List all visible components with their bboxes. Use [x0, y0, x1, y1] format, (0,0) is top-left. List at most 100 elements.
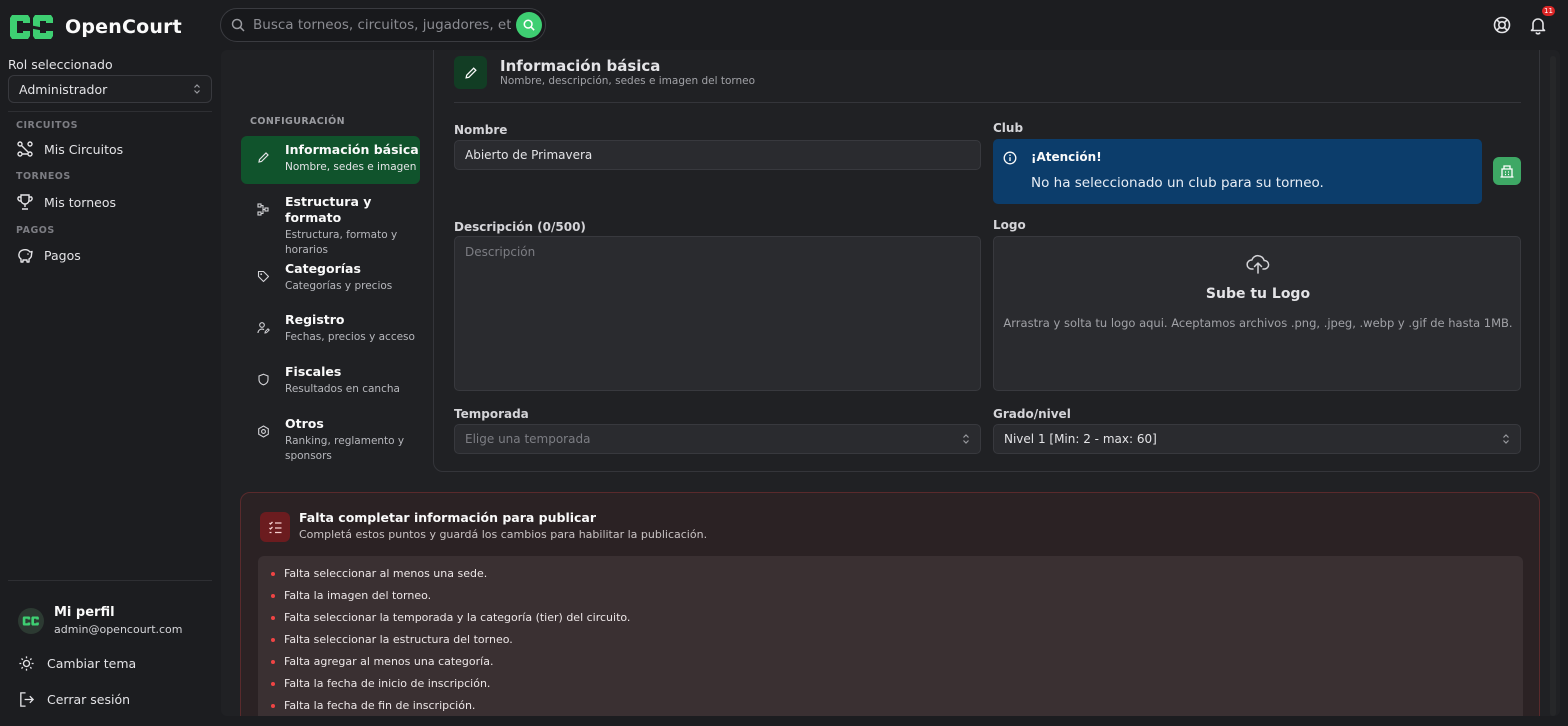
sidebar-item-label: Mis Circuitos [44, 141, 124, 157]
section-title-pagos: PAGOS [16, 225, 55, 236]
config-nav-item-categorias[interactable]: Categorías Categorías y precios [241, 255, 420, 301]
grade-select-value: Nivel 1 [Min: 2 - max: 60] [1004, 432, 1157, 446]
season-field-label: Temporada [454, 407, 529, 421]
club-field-label: Club [993, 121, 1024, 135]
opencourt-logo-icon [22, 616, 39, 625]
cloud-upload-icon [1246, 254, 1270, 274]
list-item: Falta agregar al menos una categoría. [258, 654, 1523, 676]
logo-dropzone[interactable]: Sube tu Logo Arrastra y solta tu logo aq… [993, 236, 1521, 391]
config-nav-item-subtitle: Categorías y precios [285, 280, 393, 292]
avatar [18, 607, 44, 634]
settings-icon [258, 425, 269, 438]
card-divider [454, 102, 1521, 103]
tag-icon [257, 270, 270, 283]
sidebar-item-circuitos[interactable]: Mis Circuitos [16, 139, 123, 159]
publish-warning-card: Falta completar información para publica… [240, 492, 1540, 716]
sidebar-item-torneos[interactable]: Mis torneos [16, 192, 116, 212]
card-header-badge [454, 56, 487, 89]
config-nav-item-subtitle: Estructura, formato y horarios [285, 229, 398, 256]
config-nav-item-subtitle: Nombre, sedes e imagen [285, 161, 417, 173]
config-nav-item-subtitle: Ranking, reglamento y sponsors [285, 435, 405, 462]
circuit-icon [17, 141, 33, 157]
pencil-icon [258, 152, 269, 163]
search-button[interactable] [516, 12, 542, 38]
config-nav-item-subtitle: Fechas, precios y acceso [285, 331, 415, 343]
config-nav-item-fiscales[interactable]: Fiscales Resultados en cancha [241, 358, 420, 404]
config-nav-item-informacion-basica[interactable]: Información básica Nombre, sedes e image… [241, 136, 420, 184]
card-title: Información básica [500, 57, 661, 75]
list-item: Falta la fecha de fin de inscripción. [258, 698, 1523, 716]
section-title-circuitos: CIRCUITOS [16, 120, 78, 131]
pencil-icon [464, 66, 477, 79]
config-nav-item-title: Categorías [285, 261, 361, 276]
main-content: CONFIGURACIÓN Información básica Nombre,… [221, 50, 1560, 716]
dropzone-title: Sube tu Logo [1205, 286, 1311, 302]
list-item: Falta seleccionar la estructura del torn… [258, 632, 1523, 654]
top-bar: OpenCourt 11 [0, 0, 1568, 50]
search-input[interactable] [253, 15, 511, 35]
sun-icon [19, 655, 34, 671]
select-club-button[interactable] [1493, 157, 1521, 185]
list-item: Falta seleccionar al menos una sede. [258, 566, 1523, 588]
club-warning-alert: ¡Atención! No ha seleccionado un club pa… [993, 139, 1482, 204]
season-select[interactable]: Elige una temporada [454, 424, 981, 454]
logout-button[interactable]: Cerrar sesión [18, 689, 130, 709]
alert-text: No ha seleccionado un club para su torne… [1031, 175, 1324, 191]
sidebar-divider [8, 111, 212, 112]
config-nav-item-title: Fiscales [285, 364, 342, 379]
profile-link[interactable]: Mi perfil admin@opencourt.com [18, 605, 183, 636]
dropzone-text: Arrastra y solta tu logo aqui. Aceptamos… [1003, 316, 1513, 330]
missing-items-list: Falta seleccionar al menos una sede. Fal… [258, 556, 1523, 716]
checklist-badge [260, 512, 290, 542]
warning-title: Falta completar información para publica… [299, 510, 597, 525]
basic-info-card: Información básica Nombre, descripción, … [433, 50, 1540, 472]
name-field-label: Nombre [454, 123, 508, 137]
grade-select[interactable]: Nivel 1 [Min: 2 - max: 60] [993, 424, 1521, 454]
notification-badge: 11 [1542, 6, 1555, 16]
role-label: Rol seleccionado [8, 57, 113, 72]
config-nav-item-title: Otros [285, 416, 324, 431]
list-item: Falta la fecha de inicio de inscripción. [258, 676, 1523, 698]
sidebar-item-label: Mis torneos [44, 194, 116, 210]
role-select-value: Administrador [19, 81, 108, 97]
logout-icon [20, 691, 35, 707]
search-bar [220, 8, 546, 42]
config-nav-item-title: Estructura y formato [285, 194, 372, 225]
name-input[interactable]: Abierto de Primavera [454, 140, 981, 170]
trophy-icon [17, 194, 33, 210]
sidebar: Rol seleccionado Administrador CIRCUITOS… [0, 50, 220, 726]
building-icon [1500, 165, 1514, 178]
help-lifebuoy-icon[interactable] [1492, 15, 1512, 35]
app-name: OpenCourt [65, 16, 182, 38]
config-nav-item-registro[interactable]: Registro Fechas, precios y acceso [241, 306, 420, 352]
info-icon [1003, 151, 1017, 165]
main-scrollbar[interactable] [1550, 56, 1556, 716]
search-icon [231, 18, 245, 32]
bell-icon[interactable] [1528, 15, 1548, 35]
brand[interactable]: OpenCourt [8, 11, 182, 43]
grade-field-label: Grado/nivel [993, 407, 1071, 421]
warning-subtitle: Completá estos puntos y guardá los cambi… [299, 528, 708, 541]
theme-toggle-label: Cambiar tema [47, 655, 137, 671]
sidebar-item-pagos[interactable]: Pagos [16, 245, 81, 265]
section-title-torneos: TORNEOS [16, 171, 71, 182]
shield-icon [258, 373, 269, 386]
config-nav-item-otros[interactable]: Otros Ranking, reglamento y sponsors [241, 410, 411, 470]
structure-tree-icon [257, 203, 269, 216]
card-subtitle: Nombre, descripción, sedes e imagen del … [500, 75, 756, 87]
list-item: Falta la imagen del torneo. [258, 588, 1523, 610]
piggy-bank-icon [18, 249, 33, 263]
config-nav-item-subtitle: Resultados en cancha [285, 383, 400, 395]
config-nav-item-estructura[interactable]: Estructura y formato Estructura, formato… [241, 188, 401, 256]
alert-title: ¡Atención! [1031, 150, 1102, 164]
sidebar-item-label: Pagos [44, 247, 81, 263]
chevron-up-down-icon [1503, 434, 1509, 444]
description-textarea[interactable]: Descripción [454, 236, 981, 391]
theme-toggle-button[interactable]: Cambiar tema [18, 653, 136, 673]
checklist-icon [268, 521, 281, 533]
profile-email: admin@opencourt.com [54, 623, 183, 636]
logout-label: Cerrar sesión [47, 691, 131, 707]
config-nav-item-title: Información básica [285, 142, 419, 157]
role-select[interactable]: Administrador [8, 75, 212, 103]
logo-field-label: Logo [993, 218, 1026, 232]
